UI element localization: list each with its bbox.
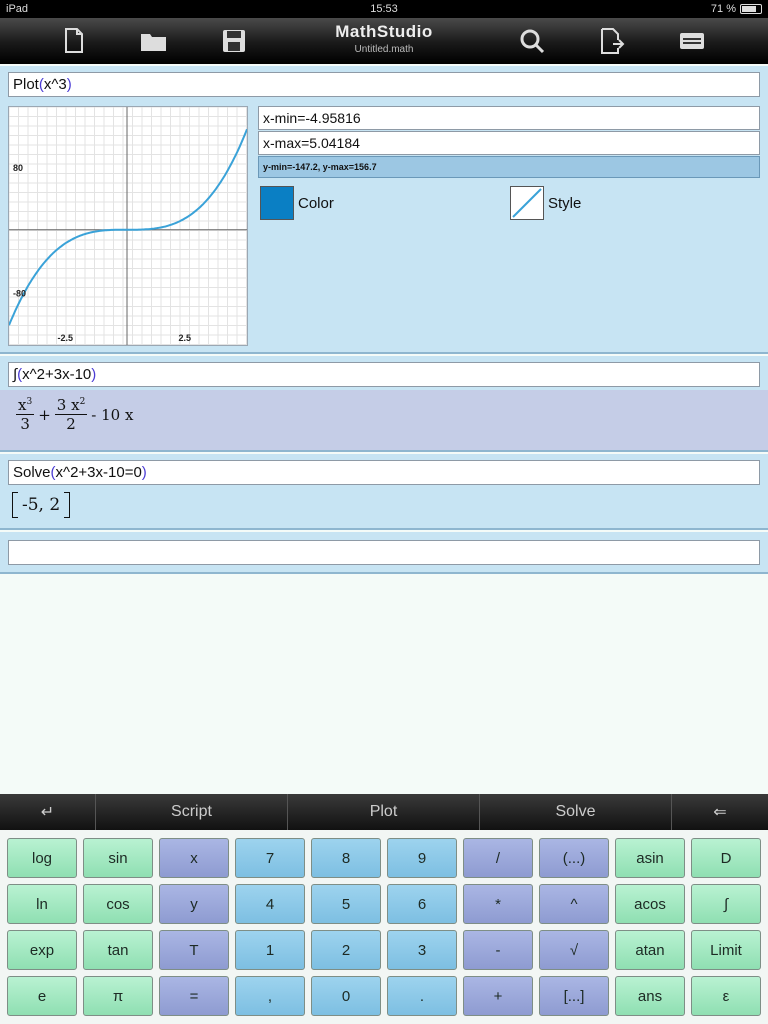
script-tab[interactable]: Script — [96, 794, 288, 830]
key-1-9[interactable]: ∫ — [691, 884, 761, 924]
key-0-9[interactable]: D — [691, 838, 761, 878]
key-3-1[interactable]: π — [83, 976, 153, 1016]
device-label: iPad — [6, 3, 29, 15]
keypad: log sin x 7 8 9/(...) asin Dln cos y 4 5 6 * ^ acos ∫ exp… — [0, 830, 768, 1024]
key-2-4[interactable]: 2 — [311, 930, 381, 970]
battery-icon — [740, 4, 762, 14]
style-swatch-icon — [510, 186, 544, 220]
app-title: MathStudio — [335, 22, 433, 41]
key-3-9[interactable]: ε — [691, 976, 761, 1016]
key-1-2[interactable]: y — [159, 884, 229, 924]
solve-result: -5, 2 — [0, 488, 768, 528]
key-1-5[interactable]: 6 — [387, 884, 457, 924]
y-range-label: y-min=-147.2, y-max=156.7 — [258, 156, 760, 178]
key-1-8[interactable]: acos — [615, 884, 685, 924]
new-icon[interactable] — [60, 27, 88, 55]
plot-graph[interactable]: 80 -80 -2.5 2.5 — [8, 106, 248, 346]
solve-input[interactable]: Solve(x^2+3x-10=0) — [8, 460, 760, 485]
toolbar: MathStudio Untitled.math — [0, 18, 768, 64]
key-0-0[interactable]: log — [7, 838, 77, 878]
key-0-4[interactable]: 8 — [311, 838, 381, 878]
key-3-6[interactable]: + — [463, 976, 533, 1016]
y-tick-label: -80 — [13, 288, 26, 298]
app-title-block: MathStudio Untitled.math — [284, 22, 484, 55]
color-label: Color — [298, 194, 334, 212]
x-max-field[interactable]: x-max=5.04184 — [258, 131, 760, 155]
key-1-7[interactable]: ^ — [539, 884, 609, 924]
plot-tab[interactable]: Plot — [288, 794, 480, 830]
key-0-8[interactable]: asin — [615, 838, 685, 878]
enter-tab[interactable]: ↵ — [0, 794, 96, 830]
key-1-1[interactable]: cos — [83, 884, 153, 924]
x-tick-label: -2.5 — [58, 333, 74, 343]
file-name: Untitled.math — [354, 44, 414, 55]
solve-tab[interactable]: Solve — [480, 794, 672, 830]
key-2-3[interactable]: 1 — [235, 930, 305, 970]
key-3-4[interactable]: 0 — [311, 976, 381, 1016]
save-icon[interactable] — [220, 27, 248, 55]
key-3-2[interactable]: = — [159, 976, 229, 1016]
plot-input[interactable]: Plot(x^3) — [8, 72, 760, 97]
search-icon[interactable] — [518, 27, 546, 55]
x-min-field[interactable]: x-min=-4.95816 — [258, 106, 760, 130]
key-0-1[interactable]: sin — [83, 838, 153, 878]
empty-cell — [0, 532, 768, 574]
key-0-5[interactable]: 9 — [387, 838, 457, 878]
plot-curve — [8, 128, 248, 326]
mode-tab-bar: ↵ Script Plot Solve ⇐ — [0, 794, 768, 830]
y-tick-label: 80 — [13, 163, 23, 173]
key-2-5[interactable]: 3 — [387, 930, 457, 970]
key-2-0[interactable]: exp — [7, 930, 77, 970]
keyboard-icon[interactable] — [678, 27, 706, 55]
color-option[interactable]: Color — [260, 186, 334, 220]
x-tick-label: 2.5 — [179, 333, 192, 343]
new-expression-input[interactable] — [8, 540, 760, 565]
integral-input[interactable]: ∫(x^2+3x-10) — [8, 362, 760, 387]
key-0-7[interactable]: (...) — [539, 838, 609, 878]
export-icon[interactable] — [598, 27, 626, 55]
key-2-9[interactable]: Limit — [691, 930, 761, 970]
backspace-tab[interactable]: ⇐ — [672, 794, 768, 830]
key-3-8[interactable]: ans — [615, 976, 685, 1016]
key-3-7[interactable]: [...] — [539, 976, 609, 1016]
plot-cell: Plot(x^3) 80 -80 -2.5 2.5 x-min=-4.95816 x-… — [0, 66, 768, 354]
plot-svg: 80 -80 -2.5 2.5 — [8, 106, 248, 345]
key-2-6[interactable]: - — [463, 930, 533, 970]
key-2-8[interactable]: atan — [615, 930, 685, 970]
style-option[interactable]: Style — [510, 186, 581, 220]
key-3-3[interactable]: , — [235, 976, 305, 1016]
key-3-5[interactable]: . — [387, 976, 457, 1016]
battery-percent: 71 % — [710, 3, 736, 15]
key-2-7[interactable]: √ — [539, 930, 609, 970]
status-right: 71 % — [711, 3, 762, 15]
status-bar: iPad 15:53 71 % — [0, 0, 768, 18]
solve-cell: Solve(x^2+3x-10=0) -5, 2 — [0, 454, 768, 530]
integral-result: x3 3 + 3 x2 2 - 10 x — [0, 390, 768, 450]
key-3-0[interactable]: e — [7, 976, 77, 1016]
key-1-0[interactable]: ln — [7, 884, 77, 924]
key-0-3[interactable]: 7 — [235, 838, 305, 878]
key-0-2[interactable]: x — [159, 838, 229, 878]
open-icon[interactable] — [140, 27, 168, 55]
integral-cell: ∫(x^2+3x-10) x3 3 + 3 x2 2 - 10 x — [0, 356, 768, 452]
color-swatch-icon — [260, 186, 294, 220]
clock: 15:53 — [370, 3, 398, 15]
key-2-2[interactable]: T — [159, 930, 229, 970]
key-1-4[interactable]: 5 — [311, 884, 381, 924]
style-label: Style — [548, 194, 582, 212]
key-1-6[interactable]: * — [463, 884, 533, 924]
key-0-6[interactable]: / — [463, 838, 533, 878]
key-2-1[interactable]: tan — [83, 930, 153, 970]
key-1-3[interactable]: 4 — [235, 884, 305, 924]
